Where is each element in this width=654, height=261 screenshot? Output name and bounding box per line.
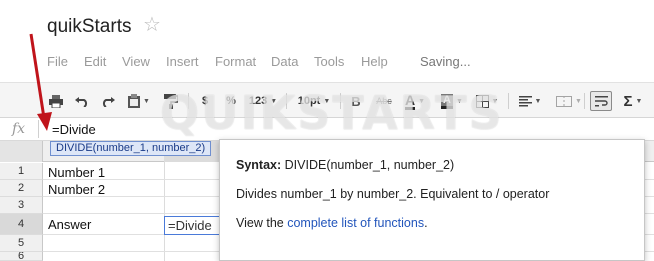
borders-icon (475, 94, 489, 108)
paint-roller-icon (164, 93, 178, 109)
row-header-1[interactable]: 1 (0, 163, 43, 180)
cell-a1[interactable]: Number 1 (48, 165, 105, 180)
strikethrough-button[interactable]: Abc (372, 91, 396, 111)
text-color-icon: A (404, 91, 416, 110)
document-title[interactable]: quikStarts (47, 16, 131, 38)
text-color-button[interactable]: A ▼ (398, 91, 432, 111)
borders-button[interactable]: ▼ (472, 91, 502, 111)
fill-color-button[interactable]: A ▼ (436, 91, 468, 111)
clipboard-icon (128, 94, 141, 108)
bold-button[interactable]: B (348, 91, 364, 111)
undo-icon (75, 97, 88, 107)
row-header-4[interactable]: 4 (0, 214, 43, 235)
syntax-label: Syntax: (236, 158, 282, 172)
formula-input[interactable]: =Divide (52, 122, 96, 137)
menu-file[interactable]: File (47, 54, 68, 69)
percent-format-button[interactable]: % (222, 91, 240, 111)
view-suffix: . (424, 216, 428, 230)
menu-edit[interactable]: Edit (84, 54, 106, 69)
align-left-icon (518, 95, 532, 106)
menu-tools[interactable]: Tools (314, 54, 344, 69)
paint-format-button[interactable] (161, 91, 181, 111)
function-description: Divides number_1 by number_2. Equivalent… (236, 187, 550, 201)
menu-view[interactable]: View (122, 54, 150, 69)
fill-color-icon: A (441, 93, 453, 109)
wrap-text-icon (594, 95, 608, 106)
star-icon[interactable]: ☆ (143, 15, 161, 35)
font-size-label: 10pt (297, 95, 321, 107)
menu-help[interactable]: Help (361, 54, 388, 69)
number-format-dropdown[interactable]: 123 ▼ (245, 91, 281, 111)
select-all-corner[interactable] (0, 141, 43, 162)
chevron-down-icon: ▼ (575, 97, 582, 105)
toolbar: ▼ $ % 123 ▼ 10pt ▼ B Abc A ▼ A ▼ ▼ ▼ ▼ Σ (0, 82, 654, 118)
function-help-popup: Syntax: DIVIDE(number_1, number_2) Divid… (219, 139, 645, 261)
paste-button[interactable]: ▼ (122, 91, 156, 111)
formula-bar: fx =Divide (0, 118, 654, 141)
chevron-down-icon: ▼ (418, 97, 426, 105)
chevron-down-icon: ▼ (635, 97, 643, 105)
redo-button[interactable] (98, 91, 118, 111)
cell-a2[interactable]: Number 2 (48, 182, 105, 197)
redo-icon (102, 97, 115, 107)
chevron-down-icon: ▼ (323, 97, 331, 105)
syntax-value: DIVIDE(number_1, number_2) (284, 158, 455, 172)
menu-data[interactable]: Data (271, 54, 298, 69)
cell-a4[interactable]: Answer (48, 217, 91, 232)
active-cell-editor[interactable]: =Divide (164, 216, 220, 235)
print-icon (49, 94, 63, 108)
row-header-2[interactable]: 2 (0, 180, 43, 197)
merge-cells-button[interactable]: ▼ (552, 91, 586, 111)
sigma-icon: Σ (623, 92, 633, 110)
menu-insert[interactable]: Insert (166, 54, 199, 69)
chevron-down-icon: ▼ (270, 97, 278, 105)
merge-icon (556, 95, 573, 107)
view-prefix: View the (236, 216, 284, 230)
font-size-dropdown[interactable]: 10pt ▼ (294, 91, 334, 111)
menu-format[interactable]: Format (215, 54, 256, 69)
currency-format-button[interactable]: $ (196, 91, 214, 111)
function-autocomplete-hint[interactable]: DIVIDE(number_1, number_2) (50, 141, 212, 156)
row-header-3[interactable]: 3 (0, 197, 43, 214)
fx-icon: fx (12, 121, 26, 137)
undo-button[interactable] (72, 91, 92, 111)
functions-button[interactable]: Σ ▼ (618, 91, 648, 111)
save-status: Saving... (420, 54, 471, 69)
chevron-down-icon: ▼ (456, 97, 463, 105)
functions-list-link[interactable]: complete list of functions (287, 216, 424, 230)
align-button[interactable]: ▼ (514, 91, 546, 111)
row-header-6[interactable]: 6 (0, 252, 43, 261)
chevron-down-icon: ▼ (143, 97, 150, 105)
row-header-5[interactable]: 5 (0, 235, 43, 252)
print-button[interactable] (46, 91, 66, 111)
syntax-line: Syntax: DIVIDE(number_1, number_2) (236, 158, 454, 172)
number-format-label: 123 (248, 95, 268, 107)
wrap-text-button[interactable] (590, 91, 612, 111)
chevron-down-icon: ▼ (534, 97, 542, 105)
chevron-down-icon: ▼ (491, 97, 499, 105)
view-functions-line: View the complete list of functions. (236, 216, 428, 230)
